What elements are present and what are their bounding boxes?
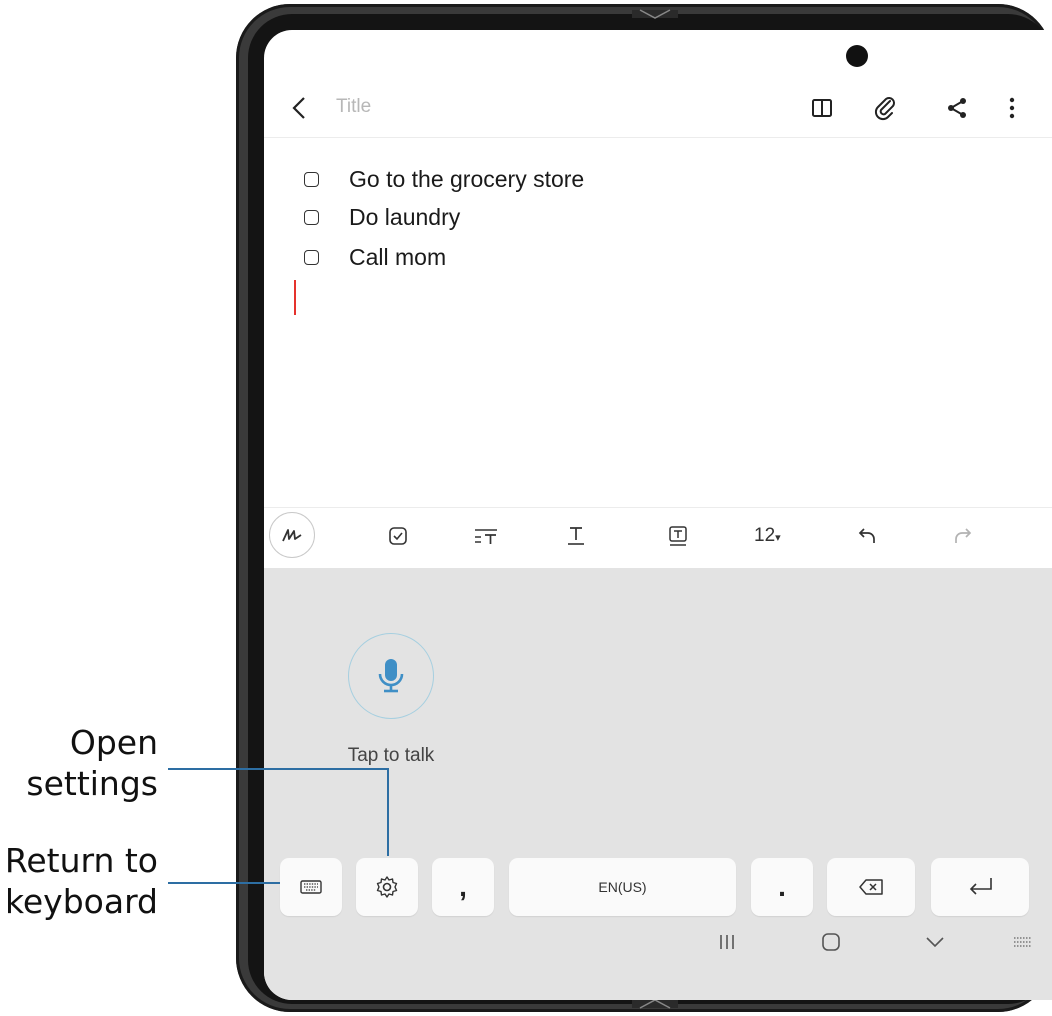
formatting-toolbar: 12▾ [264, 508, 1052, 568]
open-settings-button[interactable] [356, 858, 418, 916]
checkbox-icon[interactable] [304, 209, 319, 225]
phone-screen: Title Go to the grocery store Do laundry… [264, 30, 1052, 1000]
list-item-label: Do laundry [349, 203, 461, 230]
chevron-left-icon [292, 97, 305, 119]
checkbox-icon[interactable] [304, 171, 319, 187]
more-vertical-icon [1009, 97, 1015, 119]
callout-line-1: Return to [4, 841, 158, 880]
period-key-label: . [778, 871, 786, 902]
list-item-label: Go to the grocery store [349, 165, 585, 192]
title-input[interactable]: Title [336, 96, 371, 118]
attach-button[interactable] [868, 90, 904, 126]
keyboard-switch-icon [1014, 937, 1032, 947]
share-icon [948, 98, 966, 118]
callout-return-to-keyboard: Return to keyboard [5, 840, 158, 922]
microphone-button[interactable] [348, 633, 434, 719]
text-box-button[interactable] [656, 514, 700, 558]
settings-leader-line [168, 768, 389, 770]
language-label: EN(US) [598, 879, 647, 895]
callout-line-2: settings [26, 764, 158, 803]
language-key[interactable]: EN(US) [509, 858, 736, 916]
text-style-button[interactable] [554, 514, 598, 558]
undo-icon [858, 528, 875, 543]
header-divider [264, 137, 1052, 138]
font-size-button[interactable]: 12▾ [754, 525, 781, 547]
keyboard-leader-line [168, 882, 280, 884]
chevron-down-icon: ▾ [775, 532, 781, 544]
font-size-value: 12 [754, 525, 776, 546]
return-to-keyboard-button[interactable] [280, 858, 342, 916]
redo-icon [955, 528, 972, 543]
callout-line-1: Open [69, 723, 158, 762]
reading-mode-button[interactable] [804, 90, 840, 126]
settings-leader-line-vertical [387, 768, 389, 856]
comma-key-label: , [459, 871, 467, 902]
tap-to-talk-label: Tap to talk [347, 745, 435, 766]
share-button[interactable] [939, 90, 975, 126]
home-icon [822, 933, 840, 951]
note-header: Title [264, 80, 1052, 136]
checkbox-icon [389, 527, 407, 545]
hide-keyboard-chevron-icon [926, 937, 944, 948]
list-item[interactable]: Call mom [304, 240, 446, 274]
gear-icon [376, 876, 398, 898]
back-button[interactable] [282, 90, 318, 126]
checkbox-button[interactable] [376, 514, 420, 558]
callout-line-2: keyboard [4, 882, 158, 921]
book-view-icon [812, 99, 832, 117]
keyboard-icon [300, 880, 322, 894]
list-item[interactable]: Do laundry [304, 200, 460, 234]
callout-open-settings: Open settings [26, 722, 158, 804]
checkbox-icon[interactable] [304, 249, 319, 265]
list-item[interactable]: Go to the grocery store [304, 162, 584, 196]
handwriting-pen-icon [282, 529, 302, 542]
period-key[interactable]: . [751, 858, 813, 916]
backspace-key[interactable] [827, 858, 915, 916]
front-camera [846, 45, 868, 67]
paperclip-icon [874, 97, 895, 121]
microphone-icon [378, 659, 404, 693]
undo-button[interactable] [846, 514, 890, 558]
paragraph-button[interactable] [464, 514, 508, 558]
enter-icon [969, 878, 992, 895]
list-item-label: Call mom [349, 243, 447, 270]
redo-button[interactable] [940, 514, 984, 558]
hide-keyboard-button[interactable] [920, 922, 950, 962]
hinge-top-icon [632, 9, 678, 19]
underline-text-icon [568, 527, 584, 545]
backspace-icon [859, 879, 883, 895]
enter-key[interactable] [931, 858, 1029, 916]
keyboard-switch-button[interactable] [1008, 922, 1038, 962]
text-cursor [294, 280, 296, 315]
text-align-icon [475, 529, 497, 544]
text-box-icon [669, 526, 687, 546]
more-options-button[interactable] [994, 90, 1030, 126]
recents-button[interactable] [712, 922, 742, 962]
comma-key[interactable]: , [432, 858, 494, 916]
handwriting-button[interactable] [269, 512, 315, 558]
home-button[interactable] [816, 922, 846, 962]
recents-icon [720, 935, 734, 949]
